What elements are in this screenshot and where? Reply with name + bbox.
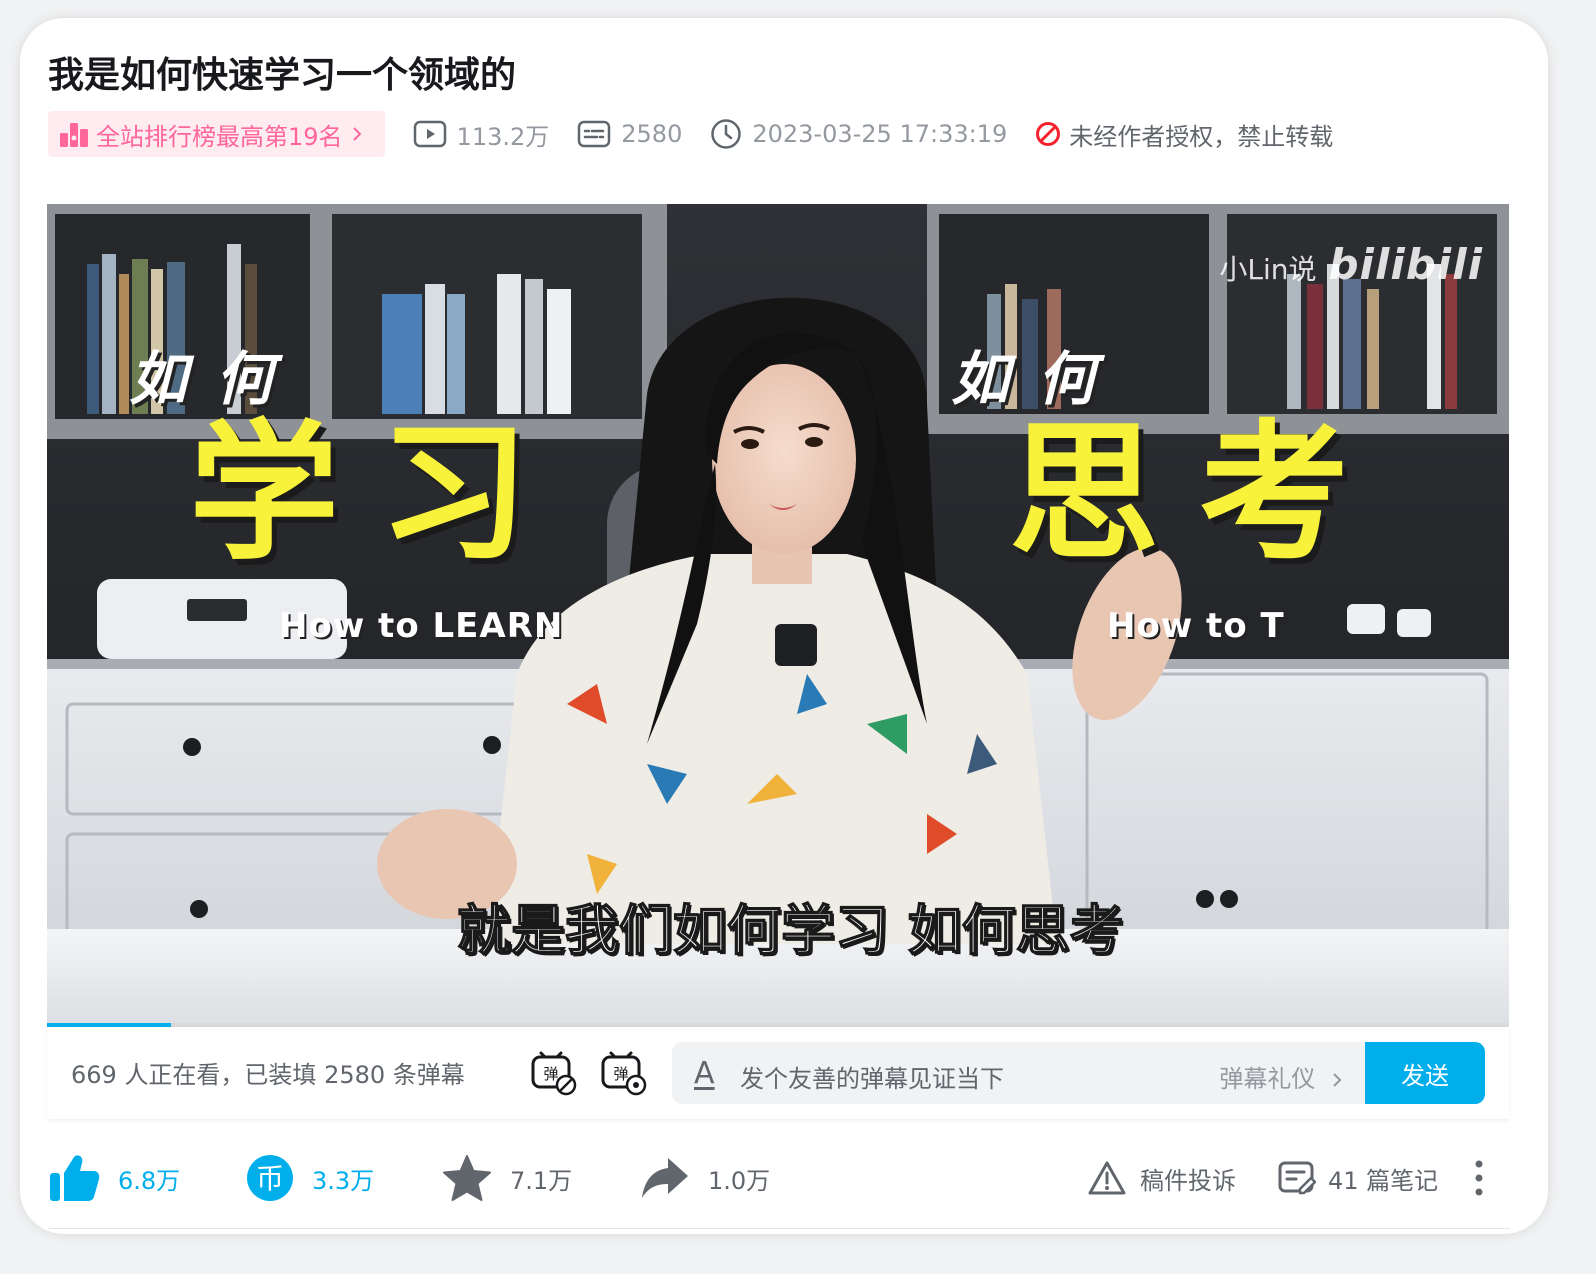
play-count-icon [413, 120, 446, 148]
coin-icon: 币 [247, 1155, 293, 1201]
report-button[interactable]: 稿件投诉 [1088, 1148, 1236, 1208]
danmaku-placeholder[interactable]: 发个友善的弹幕见证当下 [740, 1059, 1004, 1094]
danmaku-send-button[interactable]: 发送 [1365, 1042, 1485, 1104]
like-button[interactable]: 6.8万 [48, 1148, 180, 1208]
danmaku-bar: 669 人正在看，已装填 2580 条弹幕 弹 弹 A 发个友善的弹幕见证当下 … [47, 1027, 1509, 1119]
coin-button[interactable]: 币 3.3万 [246, 1148, 374, 1208]
clock-icon [711, 119, 742, 149]
caption-left-big: 学习 [189, 407, 570, 581]
rank-text: 全站排行榜最高第19名 [96, 122, 343, 151]
forbidden-icon [1036, 122, 1061, 146]
more-button[interactable] [1474, 1148, 1484, 1208]
share-button[interactable]: 1.0万 [640, 1148, 770, 1208]
danmaku-count: 2580 [577, 120, 682, 148]
chevron-right-icon [1333, 1073, 1342, 1087]
caption-left-small: 如 何 [129, 345, 278, 413]
publish-time: 2023-03-25 17:33:19 [710, 118, 1007, 150]
caption-right-small: 如 何 [951, 345, 1100, 413]
danmaku-input[interactable]: A 发个友善的弹幕见证当下 弹幕礼仪 发送 [672, 1042, 1485, 1104]
caption-right-big: 思考 [1009, 407, 1390, 581]
star-icon [443, 1155, 491, 1201]
video-title: 我是如何快速学习一个领域的 [48, 55, 517, 96]
favorite-button[interactable]: 7.1万 [442, 1148, 572, 1208]
notes-icon [1278, 1161, 1316, 1195]
font-icon[interactable]: A [694, 1056, 715, 1091]
caption-left-english: How to LEARN [279, 606, 564, 646]
watermark: 小Lin说 bilibili [1219, 240, 1483, 289]
chevron-right-icon [352, 127, 361, 141]
danmaku-count-icon [578, 120, 611, 148]
danmaku-etiquette-link[interactable]: 弹幕礼仪 [1219, 1059, 1343, 1094]
warning-icon [1088, 1161, 1126, 1195]
svg-text:弹: 弹 [613, 1065, 628, 1083]
viewer-info: 669 人正在看，已装填 2580 条弹幕 [71, 1061, 465, 1089]
svg-text:弹: 弹 [543, 1065, 558, 1083]
copyright-notice: 未经作者授权，禁止转载 [1035, 117, 1333, 152]
more-vertical-icon [1475, 1160, 1483, 1196]
rank-badge[interactable]: 全站排行榜最高第19名 [48, 111, 385, 157]
danmaku-toggle-icon[interactable]: 弹 [529, 1049, 577, 1097]
thumbs-up-icon [50, 1155, 100, 1201]
view-count: 113.2万 [413, 117, 549, 152]
notes-button[interactable]: 41 篇笔记 [1278, 1148, 1438, 1208]
share-icon [642, 1158, 688, 1198]
caption-right-english: How to T [1107, 606, 1285, 646]
video-meta: 全站排行榜最高第19名 113.2万 2580 2023-03-25 17:33… [48, 110, 1361, 158]
video-subtitle: 就是我们如何学习 如何思考 [456, 898, 1124, 963]
danmaku-settings-icon[interactable]: 弹 [599, 1049, 647, 1097]
action-bar: 6.8万 币 3.3万 7.1万 1.0万 稿件投诉 41 篇笔记 [48, 1148, 1510, 1208]
video-player[interactable]: 小Lin说 bilibili 如 何 学习 How to LEARN 如 何 思… [47, 204, 1509, 1026]
rank-icon [60, 123, 88, 147]
svg-text:币: 币 [256, 1162, 284, 1195]
divider [48, 1228, 1510, 1229]
